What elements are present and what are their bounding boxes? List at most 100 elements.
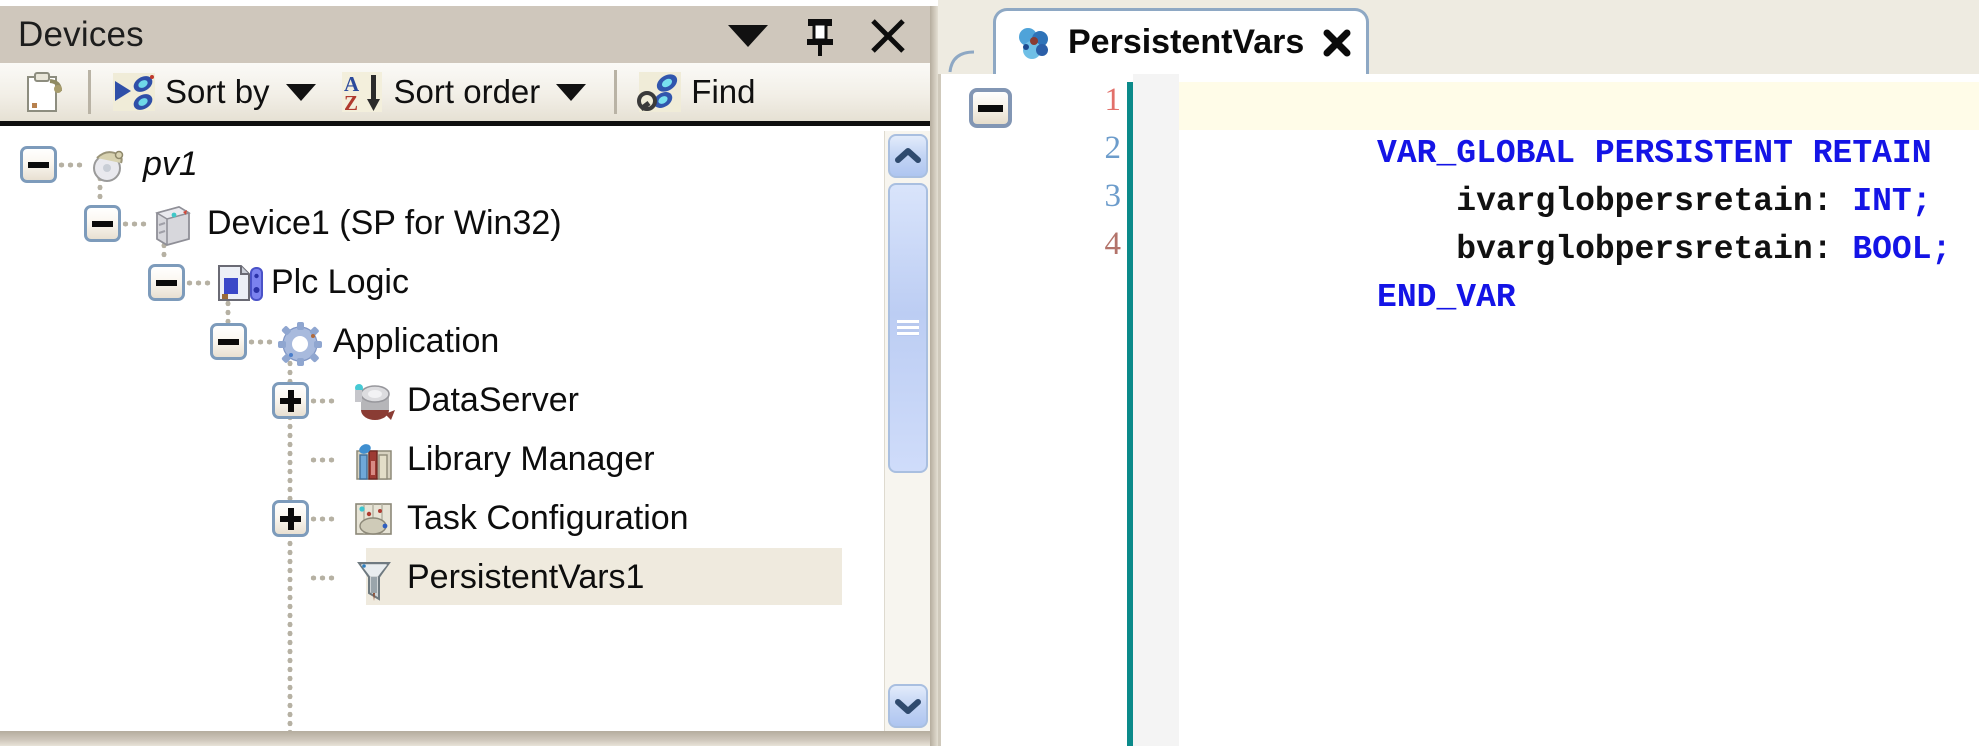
sort-by-label: Sort by (165, 73, 270, 110)
pin-icon (807, 18, 833, 56)
sort-order-button[interactable]: A Z Sort order (332, 64, 603, 120)
tree-item-persistentvars1[interactable]: PersistentVars1 (272, 548, 644, 607)
tree-item-device1[interactable]: Device1 (SP for Win32) (84, 194, 562, 253)
scroll-up-button[interactable] (888, 134, 928, 178)
code-editor[interactable]: 1 2 3 4 VAR_GLOBAL PERSISTENT RETAIN iva… (938, 74, 1979, 746)
line-number-gutter: 1 2 3 4 (1049, 74, 1127, 746)
clipboard-new-icon (20, 67, 70, 117)
scroll-down-arrow-icon (895, 699, 921, 714)
tree-dots (57, 160, 83, 169)
close-icon (871, 18, 905, 53)
dropdown-menu-button[interactable] (728, 15, 768, 55)
persistent-vars-tab-icon (1014, 23, 1054, 63)
tree-item-label: Device1 (SP for Win32) (207, 204, 562, 242)
code-line-1: VAR_GLOBAL PERSISTENT RETAIN (1179, 82, 1932, 172)
panel-splitter[interactable] (930, 6, 938, 746)
code-text[interactable]: VAR_GLOBAL PERSISTENT RETAIN ivarglobper… (1179, 74, 1979, 746)
no-toggle (272, 441, 309, 478)
collapse-toggle-icon[interactable] (20, 146, 57, 183)
scrollbar-grip-icon (897, 320, 919, 336)
chevron-down-icon (728, 24, 768, 47)
code-line-2: ivarglobpersretain: INT; (1179, 130, 1931, 220)
new-object-button[interactable] (14, 64, 76, 120)
tree-item-label: Application (333, 322, 500, 360)
editor-panel: PersistentVars 1 2 3 4 VAR_GLOBAL PERSIS… (938, 0, 1979, 746)
code-token: : (1812, 231, 1853, 268)
toolbar-separator-2 (614, 70, 618, 114)
fold-column[interactable] (941, 74, 1049, 746)
plc-logic-icon (213, 260, 263, 306)
svg-text:Z: Z (344, 91, 358, 115)
line-number: 4 (1104, 226, 1122, 262)
tree-item-label: pv1 (143, 145, 198, 183)
find-label: Find (691, 73, 756, 110)
tree-item-pv1[interactable]: pv1 (20, 135, 198, 194)
scroll-up-arrow-icon (895, 148, 921, 163)
task-configuration-icon (349, 496, 395, 542)
expand-toggle-icon[interactable] (272, 382, 309, 419)
tree-scrollbar[interactable] (884, 131, 930, 731)
tree-item-application[interactable]: Application (210, 312, 499, 371)
devices-toolbar: Sort by A Z Sort order Find (0, 63, 930, 126)
line-number: 2 (1104, 130, 1122, 166)
library-manager-icon (349, 437, 395, 483)
application-gear-icon (275, 319, 322, 366)
scroll-down-button[interactable] (888, 684, 928, 728)
titlebar-buttons (728, 15, 930, 56)
tree-item-library-manager[interactable]: Library Manager (272, 430, 655, 489)
sort-order-label: Sort order (393, 73, 541, 110)
sort-by-button[interactable]: Sort by (103, 64, 332, 120)
tree-dots (247, 337, 273, 346)
collapse-toggle-icon[interactable] (210, 323, 247, 360)
tree-dots (309, 455, 335, 464)
tree-item-dataserver[interactable]: DataServer (272, 371, 579, 430)
sort-by-icon (109, 67, 159, 117)
persistent-vars-icon (349, 555, 395, 601)
auto-hide-pin-button[interactable] (798, 15, 838, 56)
tab-persistentvars[interactable]: PersistentVars (993, 8, 1370, 74)
tree-dots (309, 514, 335, 523)
devices-panel: Devices Sort by A Z Sort order Find pv1 … (0, 0, 936, 746)
tree-dots (185, 278, 211, 287)
sort-order-icon: A Z (338, 67, 388, 117)
tree-dots (309, 573, 335, 582)
tree-dots (121, 219, 147, 228)
project-icon (85, 142, 131, 188)
tree-item-label: PersistentVars1 (407, 558, 645, 596)
collapse-toggle-icon[interactable] (148, 264, 185, 301)
line-number: 1 (1104, 82, 1122, 118)
tree-item-label: Plc Logic (271, 263, 409, 301)
tab-close-button[interactable] (1322, 28, 1352, 58)
tree-dots (309, 396, 335, 405)
application-window: Devices Sort by A Z Sort order Find pv1 … (0, 0, 1979, 746)
sort-by-chevron-down-icon[interactable] (285, 83, 316, 101)
panel-bottom-edge (0, 731, 936, 746)
no-toggle (272, 559, 309, 596)
code-line-3: bvarglobpersretain: BOOL; (1179, 178, 1951, 268)
tab-label: PersistentVars (1068, 23, 1305, 61)
page-title: Devices (18, 14, 144, 54)
tree-item-label: Library Manager (407, 440, 655, 478)
dataserver-icon (349, 378, 395, 424)
toolbar-separator (88, 70, 91, 114)
scrollbar-thumb[interactable] (888, 183, 928, 473)
device-icon (149, 201, 195, 247)
code-line-4: END_VAR (1179, 226, 1516, 316)
code-token: END_VAR (1377, 279, 1516, 316)
fold-collapse-toggle-icon[interactable] (969, 88, 1012, 128)
find-button[interactable]: Find (629, 64, 761, 120)
tree-item-task-configuration[interactable]: Task Configuration (272, 489, 689, 548)
collapse-toggle-icon[interactable] (84, 205, 121, 242)
devices-tree[interactable]: pv1 Device1 (SP for Win32) Plc Logic App… (0, 131, 882, 731)
tree-item-label: Task Configuration (407, 499, 689, 537)
expand-toggle-icon[interactable] (272, 500, 309, 537)
devices-titlebar: Devices (0, 6, 930, 63)
tree-item-plc-logic[interactable]: Plc Logic (148, 253, 409, 312)
close-icon (1323, 29, 1351, 56)
find-icon (635, 67, 685, 117)
editor-tabstrip: PersistentVars (938, 0, 1979, 74)
editor-margin-strip (1133, 74, 1179, 746)
line-number: 3 (1104, 178, 1122, 214)
close-panel-button[interactable] (868, 15, 908, 55)
sort-order-chevron-down-icon[interactable] (556, 83, 587, 101)
